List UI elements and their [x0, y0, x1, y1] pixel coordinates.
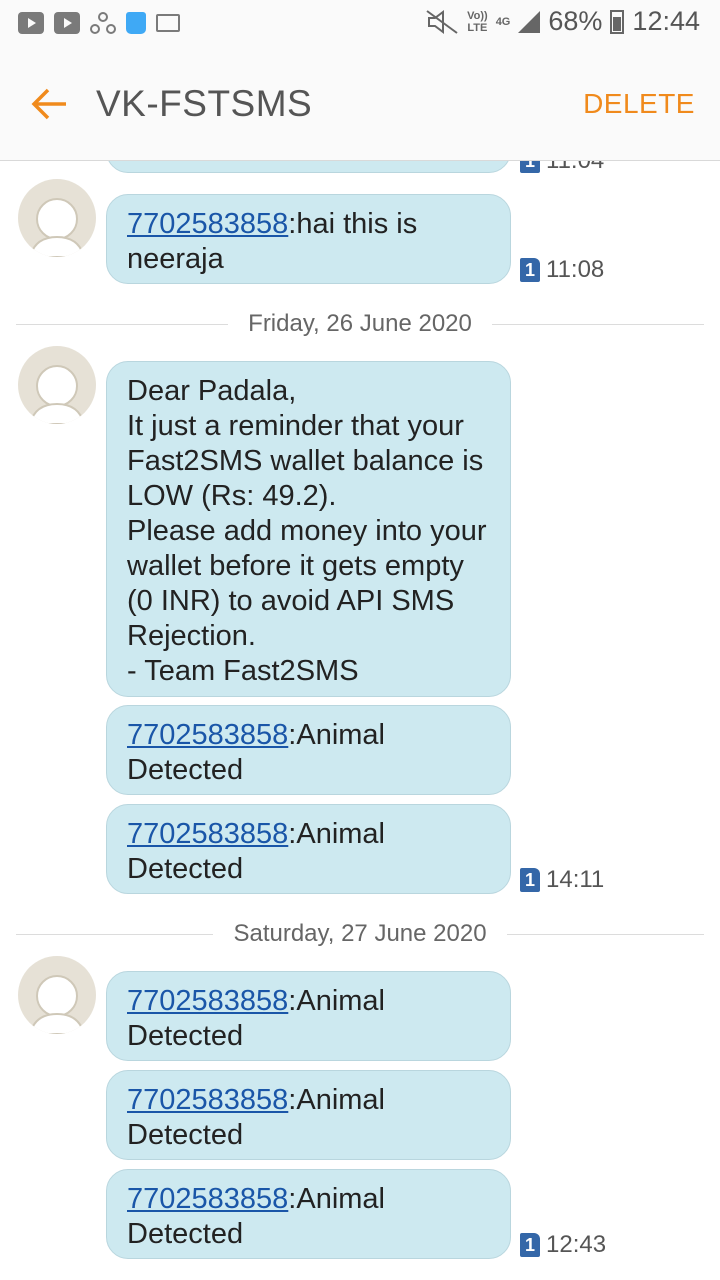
timestamp-text: 12:43 [546, 1231, 607, 1258]
avatar[interactable] [18, 956, 96, 1034]
phone-number-link[interactable]: 7702583858 [127, 719, 288, 751]
message-bubble[interactable]: 7702583858:Animal Detected [106, 971, 511, 1061]
mail-icon [156, 14, 180, 32]
message-timestamp: 1 11:08 [520, 256, 604, 284]
message-bubble[interactable]: 7702583858:Animal Detected [106, 1070, 511, 1160]
message-bubble[interactable]: Dear Padala, It just a reminder that you… [106, 361, 511, 697]
phone-number-link[interactable]: 7702583858 [127, 818, 288, 850]
date-label: Friday, 26 June 2020 [248, 310, 472, 337]
message-bubble[interactable]: 7702583858:Animal Detected [106, 804, 511, 894]
message-text: Dear Padala, It just a reminder that you… [127, 375, 487, 687]
message-bubble[interactable]: 7702583858:hai this is neeraja [106, 194, 511, 284]
sim-badge-icon: 1 [520, 258, 540, 282]
phone-number-link[interactable]: 7702583858 [127, 1183, 288, 1215]
share-icon [90, 12, 116, 34]
phone-number-link[interactable]: 7702583858 [127, 208, 288, 240]
conversation-list[interactable]: 1 11:04 7702583858:hai this is neeraja 1… [0, 161, 720, 1280]
battery-percent: 68% [548, 6, 603, 36]
system-indicators: Vo)) LTE 4G 68% 12:44 [425, 6, 700, 37]
message-timestamp: 1 14:11 [520, 866, 604, 894]
date-separator: Friday, 26 June 2020 [16, 309, 705, 339]
delete-button[interactable]: DELETE [583, 88, 695, 120]
sim-badge-icon: 1 [520, 1233, 540, 1257]
signal-icon [518, 10, 541, 33]
volte-indicator: Vo)) LTE [467, 9, 488, 34]
app-bar: VK-FSTSMS DELETE [0, 50, 720, 161]
clock: 12:44 [632, 6, 700, 36]
network-type: 4G [495, 15, 511, 28]
back-arrow-icon[interactable] [30, 84, 70, 124]
date-label: Saturday, 27 June 2020 [233, 920, 487, 947]
date-separator: Saturday, 27 June 2020 [16, 919, 705, 949]
sim-badge-icon: 1 [520, 868, 540, 892]
battery-icon [610, 9, 625, 34]
timestamp-text: 11:04 [546, 161, 604, 175]
avatar[interactable] [18, 346, 96, 424]
status-bar: Vo)) LTE 4G 68% 12:44 [0, 0, 720, 50]
phone-number-link[interactable]: 7702583858 [127, 1084, 288, 1116]
conversation-title: VK-FSTSMS [96, 83, 313, 124]
avatar[interactable] [18, 179, 96, 257]
message-bubble-partial[interactable] [106, 161, 511, 173]
timestamp-text: 14:11 [546, 866, 605, 893]
sim-badge-icon: 1 [520, 161, 540, 173]
shopping-bag-icon [126, 12, 146, 34]
message-timestamp: 1 11:04 [520, 161, 604, 175]
message-bubble[interactable]: 7702583858:Animal Detected [106, 705, 511, 795]
mute-icon [426, 9, 458, 34]
message-bubble[interactable]: 7702583858:Animal Detected [106, 1169, 511, 1259]
phone-number-link[interactable]: 7702583858 [127, 985, 288, 1017]
youtube-icon [54, 12, 80, 34]
notification-icons [18, 12, 180, 34]
message-timestamp: 1 12:43 [520, 1231, 606, 1259]
timestamp-text: 11:08 [546, 256, 605, 283]
youtube-icon [18, 12, 44, 34]
